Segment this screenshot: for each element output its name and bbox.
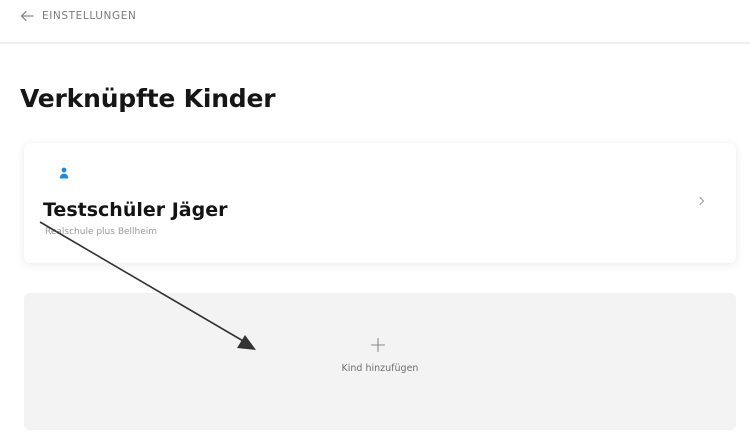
top-bar: EINSTELLUNGEN [0, 0, 750, 44]
back-label: EINSTELLUNGEN [42, 10, 137, 22]
chevron-right-icon [699, 196, 705, 206]
arrow-left-icon [20, 10, 34, 22]
person-icon [59, 167, 69, 179]
child-card[interactable]: Testschüler Jäger Realschule plus Bellhe… [24, 143, 736, 263]
add-child-button[interactable]: Kind hinzufügen [24, 293, 736, 430]
plus-icon [370, 337, 386, 353]
page-title: Verknüpfte Kinder [20, 84, 276, 113]
add-child-label: Kind hinzufügen [341, 363, 419, 374]
child-name: Testschüler Jäger [43, 199, 228, 221]
child-school: Realschule plus Bellheim [45, 227, 158, 237]
page: EINSTELLUNGEN Verknüpfte Kinder Testschü… [0, 0, 750, 432]
back-button[interactable]: EINSTELLUNGEN [20, 10, 136, 22]
